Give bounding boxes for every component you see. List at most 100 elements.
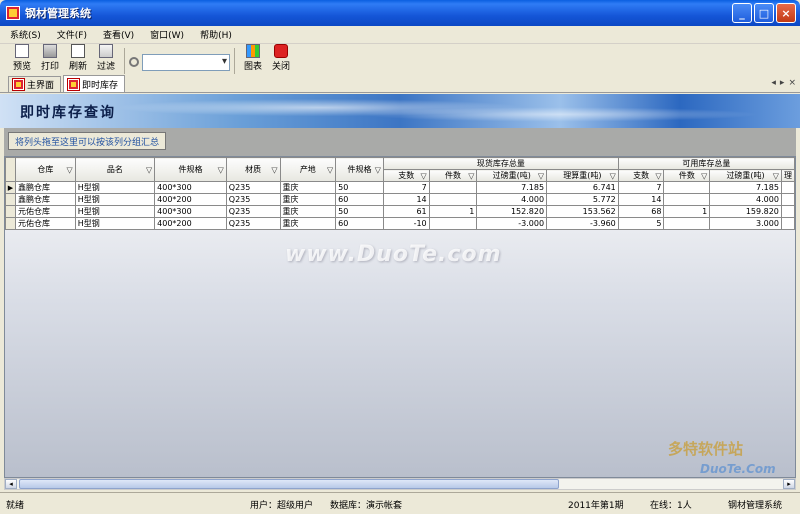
table-cell[interactable] xyxy=(780,217,795,230)
table-cell[interactable]: 159.820 xyxy=(709,205,782,218)
column-header[interactable]: 件规格 ▽ xyxy=(154,157,227,182)
table-cell[interactable]: Q235 xyxy=(225,217,281,230)
table-cell[interactable]: 400*300 xyxy=(154,181,227,194)
table-cell[interactable]: -3.000 xyxy=(476,217,548,230)
menu-window[interactable]: 窗口(W) xyxy=(150,28,184,41)
table-cell[interactable]: 5 xyxy=(617,217,665,230)
filter-dropdown-icon[interactable]: ▽ xyxy=(773,171,779,180)
table-cell[interactable]: 鑫鹏仓库 xyxy=(14,193,76,206)
column-header[interactable]: 支数 ▽ xyxy=(382,169,430,182)
table-cell[interactable] xyxy=(663,181,711,194)
table-cell[interactable]: 14 xyxy=(617,193,665,206)
table-row[interactable]: ▶ 鑫鹏仓库 H型钢 400*300 Q235 重庆 50 7 7.185 6.741 7 7.185 xyxy=(5,181,795,194)
scroll-right-button[interactable]: ▸ xyxy=(783,479,795,489)
table-cell[interactable] xyxy=(780,193,795,206)
table-cell[interactable]: 元佑仓库 xyxy=(14,205,76,218)
table-cell[interactable]: 7 xyxy=(617,181,665,194)
column-header[interactable]: 支数 ▽ xyxy=(617,169,665,182)
table-cell[interactable]: 重庆 xyxy=(279,193,337,206)
table-cell[interactable]: Q235 xyxy=(225,205,281,218)
table-cell[interactable]: 3.000 xyxy=(709,217,782,230)
table-cell[interactable]: 6.741 xyxy=(546,181,619,194)
table-cell[interactable]: H型钢 xyxy=(74,217,156,230)
table-cell[interactable]: 153.562 xyxy=(546,205,619,218)
table-cell[interactable]: Q235 xyxy=(225,193,281,206)
table-cell[interactable]: 重庆 xyxy=(279,217,337,230)
table-cell[interactable]: 60 xyxy=(335,193,384,206)
close-window-button[interactable]: × xyxy=(776,3,796,23)
column-header[interactable]: 过磅重(吨) ▽ xyxy=(709,169,782,182)
preview-button[interactable]: 预览 xyxy=(8,44,36,74)
filter-dropdown-icon[interactable]: ▽ xyxy=(610,171,616,180)
table-cell[interactable]: H型钢 xyxy=(74,205,156,218)
minimize-button[interactable]: _ xyxy=(732,3,752,23)
filter-button[interactable]: 过滤 xyxy=(92,44,120,74)
filter-dropdown-icon[interactable]: ▽ xyxy=(375,165,381,174)
table-row[interactable]: 元佑仓库 H型钢 400*200 Q235 重庆 60 -10 -3.000 -3.960 5 3.… xyxy=(5,217,795,230)
table-cell[interactable] xyxy=(780,205,795,218)
table-cell[interactable]: 7.185 xyxy=(476,181,548,194)
column-header[interactable]: 过磅重(吨) ▽ xyxy=(476,169,548,182)
table-cell[interactable]: 152.820 xyxy=(476,205,548,218)
table-cell[interactable]: 5.772 xyxy=(546,193,619,206)
table-cell[interactable]: 重庆 xyxy=(279,205,337,218)
table-cell[interactable]: -3.960 xyxy=(546,217,619,230)
table-cell[interactable]: 68 xyxy=(617,205,665,218)
print-button[interactable]: 打印 xyxy=(36,44,64,74)
filter-dropdown-icon[interactable]: ▽ xyxy=(421,171,427,180)
group-by-panel[interactable]: 将列头拖至这里可以按该列分组汇总 xyxy=(4,128,796,156)
table-cell[interactable]: 60 xyxy=(335,217,384,230)
table-cell[interactable] xyxy=(428,217,478,230)
column-header[interactable]: 品名 ▽ xyxy=(74,157,156,182)
table-cell[interactable]: 400*200 xyxy=(154,217,227,230)
maximize-button[interactable]: □ xyxy=(754,3,774,23)
tab-close-icon[interactable]: × xyxy=(788,78,796,88)
chart-button[interactable]: 图表 xyxy=(239,44,267,74)
horizontal-scrollbar[interactable]: ◂ ▸ xyxy=(4,478,796,490)
column-header[interactable]: 件数 ▽ xyxy=(428,169,478,182)
table-cell[interactable] xyxy=(428,193,478,206)
column-header[interactable]: 材质 ▽ xyxy=(225,157,281,182)
table-cell[interactable]: 4.000 xyxy=(476,193,548,206)
menu-help[interactable]: 帮助(H) xyxy=(200,28,232,41)
filter-dropdown-icon[interactable]: ▽ xyxy=(67,165,73,174)
tab-next-icon[interactable]: ▸ xyxy=(780,78,785,88)
scroll-thumb[interactable] xyxy=(19,479,559,489)
filter-dropdown-icon[interactable]: ▽ xyxy=(701,171,707,180)
table-cell[interactable]: 元佑仓库 xyxy=(14,217,76,230)
column-header[interactable]: 理 xyxy=(780,169,795,182)
column-header[interactable]: 件数 ▽ xyxy=(663,169,711,182)
filter-dropdown-icon[interactable]: ▽ xyxy=(146,165,152,174)
table-row[interactable]: 元佑仓库 H型钢 400*300 Q235 重庆 50 61 1 152.820 153.562 6… xyxy=(5,205,795,218)
table-cell[interactable]: 7.185 xyxy=(709,181,782,194)
table-cell[interactable]: 4.000 xyxy=(709,193,782,206)
close-button[interactable]: 关闭 xyxy=(267,44,295,74)
tab-inventory[interactable]: 即时库存 xyxy=(63,75,126,92)
menu-file[interactable]: 文件(F) xyxy=(57,28,87,41)
filter-dropdown-icon[interactable]: ▽ xyxy=(218,165,224,174)
table-cell[interactable]: 7 xyxy=(382,181,430,194)
table-row[interactable]: 鑫鹏仓库 H型钢 400*200 Q235 重庆 60 14 4.000 5.772 14 4.00… xyxy=(5,193,795,206)
table-cell[interactable]: -10 xyxy=(382,217,430,230)
tab-prev-icon[interactable]: ◂ xyxy=(771,78,776,88)
table-cell[interactable]: 重庆 xyxy=(279,181,337,194)
table-cell[interactable]: 1 xyxy=(663,205,711,218)
filter-dropdown-icon[interactable]: ▽ xyxy=(655,171,661,180)
filter-dropdown-icon[interactable]: ▽ xyxy=(327,165,333,174)
scroll-left-button[interactable]: ◂ xyxy=(5,479,17,489)
filter-dropdown-icon[interactable]: ▽ xyxy=(538,171,544,180)
column-header[interactable]: 仓库 ▽ xyxy=(14,157,76,182)
column-header[interactable]: 理算重(吨) ▽ xyxy=(546,169,619,182)
table-cell[interactable]: 14 xyxy=(382,193,430,206)
tab-main[interactable]: 主界面 xyxy=(8,76,62,92)
table-cell[interactable]: 61 xyxy=(382,205,430,218)
column-header[interactable]: 产地 ▽ xyxy=(279,157,337,182)
table-cell[interactable]: 1 xyxy=(428,205,478,218)
table-cell[interactable] xyxy=(663,193,711,206)
column-header[interactable]: 件规格 ▽ xyxy=(335,157,384,182)
table-cell[interactable]: 400*300 xyxy=(154,205,227,218)
filter-dropdown-icon[interactable]: ▽ xyxy=(468,171,474,180)
menu-system[interactable]: 系统(S) xyxy=(10,28,41,41)
refresh-button[interactable]: 刷新 xyxy=(64,44,92,74)
table-cell[interactable]: 50 xyxy=(335,205,384,218)
